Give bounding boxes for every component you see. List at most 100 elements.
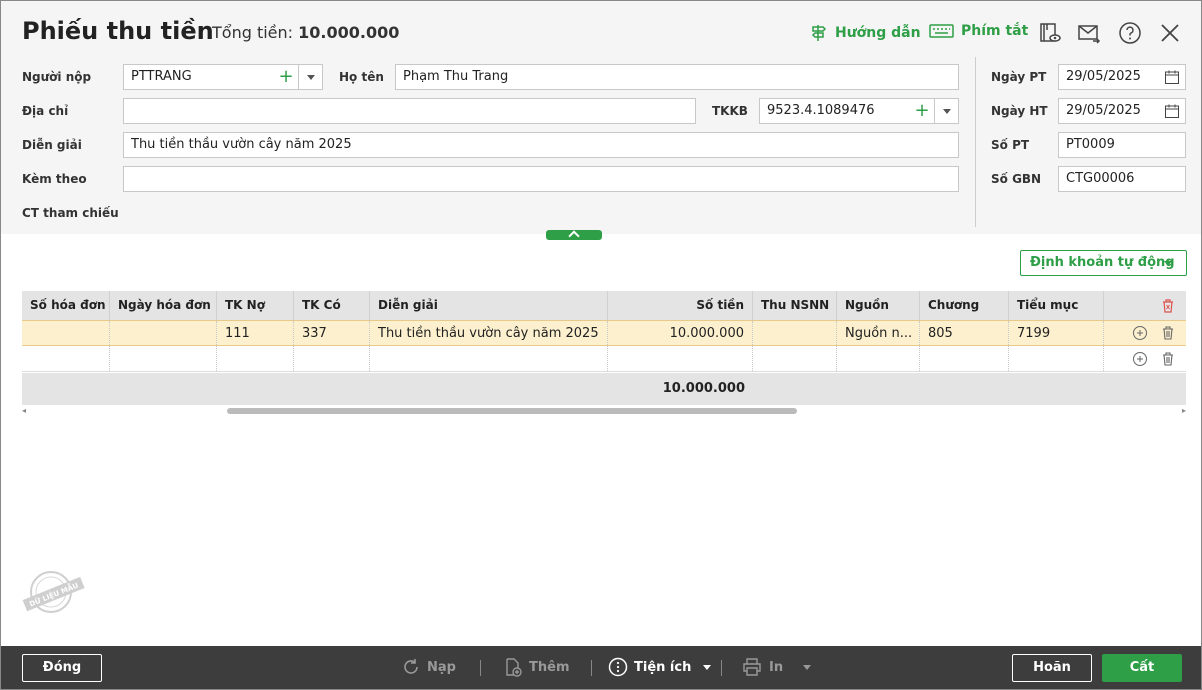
add-button[interactable]: Thêm [503,657,570,677]
cell[interactable]: 7199 [1009,321,1104,345]
attach-field[interactable] [123,166,959,192]
bottom-bar: Đóng Nạp Thêm Tiện ích In Hoãn Cất [1,646,1201,689]
stamp-text: DỮ LIỆU MẪU [28,580,80,609]
address-field[interactable] [123,98,696,124]
print-button[interactable]: In [741,657,812,677]
table-header: Số hóa đơn Ngày hóa đơn TK Nợ TK Có Diễn… [22,291,1186,320]
payer-combobox[interactable]: PTTRANG + [123,64,323,90]
close-button[interactable]: Đóng [22,654,102,682]
cell[interactable] [1009,346,1104,371]
scrollbar-thumb[interactable] [227,408,797,414]
table-row[interactable]: 111 337 Thu tiền thầu vườn cây năm 2025 … [22,320,1186,346]
col-header[interactable]: Nguồn [837,291,920,320]
cell[interactable]: Nguồn n... [837,321,920,345]
cancel-button[interactable]: Hoãn [1012,654,1092,682]
page-title: Phiếu thu tiền [22,17,214,45]
cell[interactable]: Thu tiền thầu vườn cây năm 2025 [370,321,608,345]
col-header[interactable]: TK Có [294,291,370,320]
so-pt-field[interactable]: PT0009 [1058,132,1186,158]
reload-button[interactable]: Nạp [401,657,456,677]
utility-button[interactable]: Tiện ích [608,657,712,677]
total-amount: Tổng tiền: 10.000.000 [212,23,400,42]
name-label: Họ tên [339,70,384,84]
add-tkkb-icon[interactable]: + [912,101,932,121]
address-label: Địa chỉ [22,104,69,118]
date-ht-label: Ngày HT [991,104,1048,118]
total-cell: 10.000.000 [662,381,745,396]
add-row-icon[interactable] [1132,351,1148,367]
col-header[interactable]: Số tiền [608,291,753,320]
date-pt-field[interactable]: 29/05/2025 [1058,64,1186,90]
calendar-icon[interactable] [1164,103,1180,119]
col-header[interactable]: Ngày hóa đơn [110,291,217,320]
col-header[interactable]: Tiểu mục [1009,291,1104,320]
cell[interactable] [608,346,753,371]
auto-posting-button[interactable]: Định khoản tự động [1020,250,1187,276]
table-row[interactable] [22,346,1186,372]
scroll-right-icon[interactable]: ▸ [1182,406,1186,415]
date-ht-field[interactable]: 29/05/2025 [1058,98,1186,124]
cell[interactable] [370,346,608,371]
desc-field[interactable]: Thu tiền thầu vườn cây năm 2025 [123,132,959,158]
delete-row-icon[interactable] [1160,351,1176,367]
cell[interactable] [110,346,217,371]
save-button[interactable]: Cất [1102,654,1182,682]
guide-button[interactable]: Hướng dẫn [809,23,921,43]
name-field[interactable]: Phạm Thu Trang [395,64,959,90]
col-header[interactable]: Chương [920,291,1009,320]
cell[interactable] [753,346,837,371]
signpost-icon [811,25,827,41]
so-pt-label: Số PT [991,138,1030,152]
horizontal-scrollbar[interactable]: ◂ ▸ [22,406,1186,416]
calendar-icon[interactable] [1164,69,1180,85]
payer-dropdown-icon[interactable] [298,65,322,89]
tkkb-dropdown-icon[interactable] [934,99,958,123]
separator [480,660,481,676]
cell[interactable] [837,346,920,371]
payer-label: Người nộp [22,70,92,84]
desc-label: Diễn giải [22,138,82,152]
delete-all-icon[interactable] [1160,298,1176,314]
chevron-down-icon [703,664,712,670]
col-header[interactable]: Diễn giải [370,291,608,320]
view-icon[interactable] [1038,21,1062,45]
cell[interactable] [22,321,110,345]
send-mail-icon[interactable] [1077,21,1101,45]
cell[interactable] [753,321,837,345]
cell[interactable]: 805 [920,321,1009,345]
cell[interactable] [217,346,294,371]
more-icon [608,657,628,677]
cell[interactable] [110,321,217,345]
divider [975,57,976,227]
col-header[interactable]: Thu NSNN [753,291,837,320]
tkkb-combobox[interactable]: 9523.4.1089476 + [759,98,959,124]
col-header[interactable]: Số hóa đơn [22,291,110,320]
tkkb-label: TKKB [712,104,748,118]
so-gbn-label: Số GBN [991,172,1042,186]
sample-data-stamp: DỮ LIỆU MẪU [22,571,85,613]
delete-row-icon[interactable] [1160,325,1176,341]
add-document-icon [506,658,522,677]
shortcut-button[interactable]: Phím tắt [929,23,1028,39]
add-payer-icon[interactable]: + [276,67,296,87]
reload-icon [404,659,418,674]
col-header[interactable]: TK Nợ [217,291,294,320]
scroll-left-icon[interactable]: ◂ [22,406,26,415]
cell[interactable]: 111 [217,321,294,345]
separator [721,660,722,676]
so-gbn-field[interactable]: CTG00006 [1058,166,1186,192]
attach-label: Kèm theo [22,172,87,186]
separator [591,660,592,676]
help-icon[interactable] [1118,21,1142,45]
collapse-header-button[interactable] [546,230,602,240]
cell[interactable] [22,346,110,371]
cell[interactable]: 10.000.000 [608,321,753,345]
table-footer: 10.000.000 [22,373,1186,405]
add-row-icon[interactable] [1132,325,1148,341]
cell[interactable] [294,346,370,371]
printer-icon [743,658,761,676]
ref-label[interactable]: CT tham chiếu [22,206,119,220]
close-icon[interactable] [1158,21,1182,45]
cell[interactable]: 337 [294,321,370,345]
cell[interactable] [920,346,1009,371]
